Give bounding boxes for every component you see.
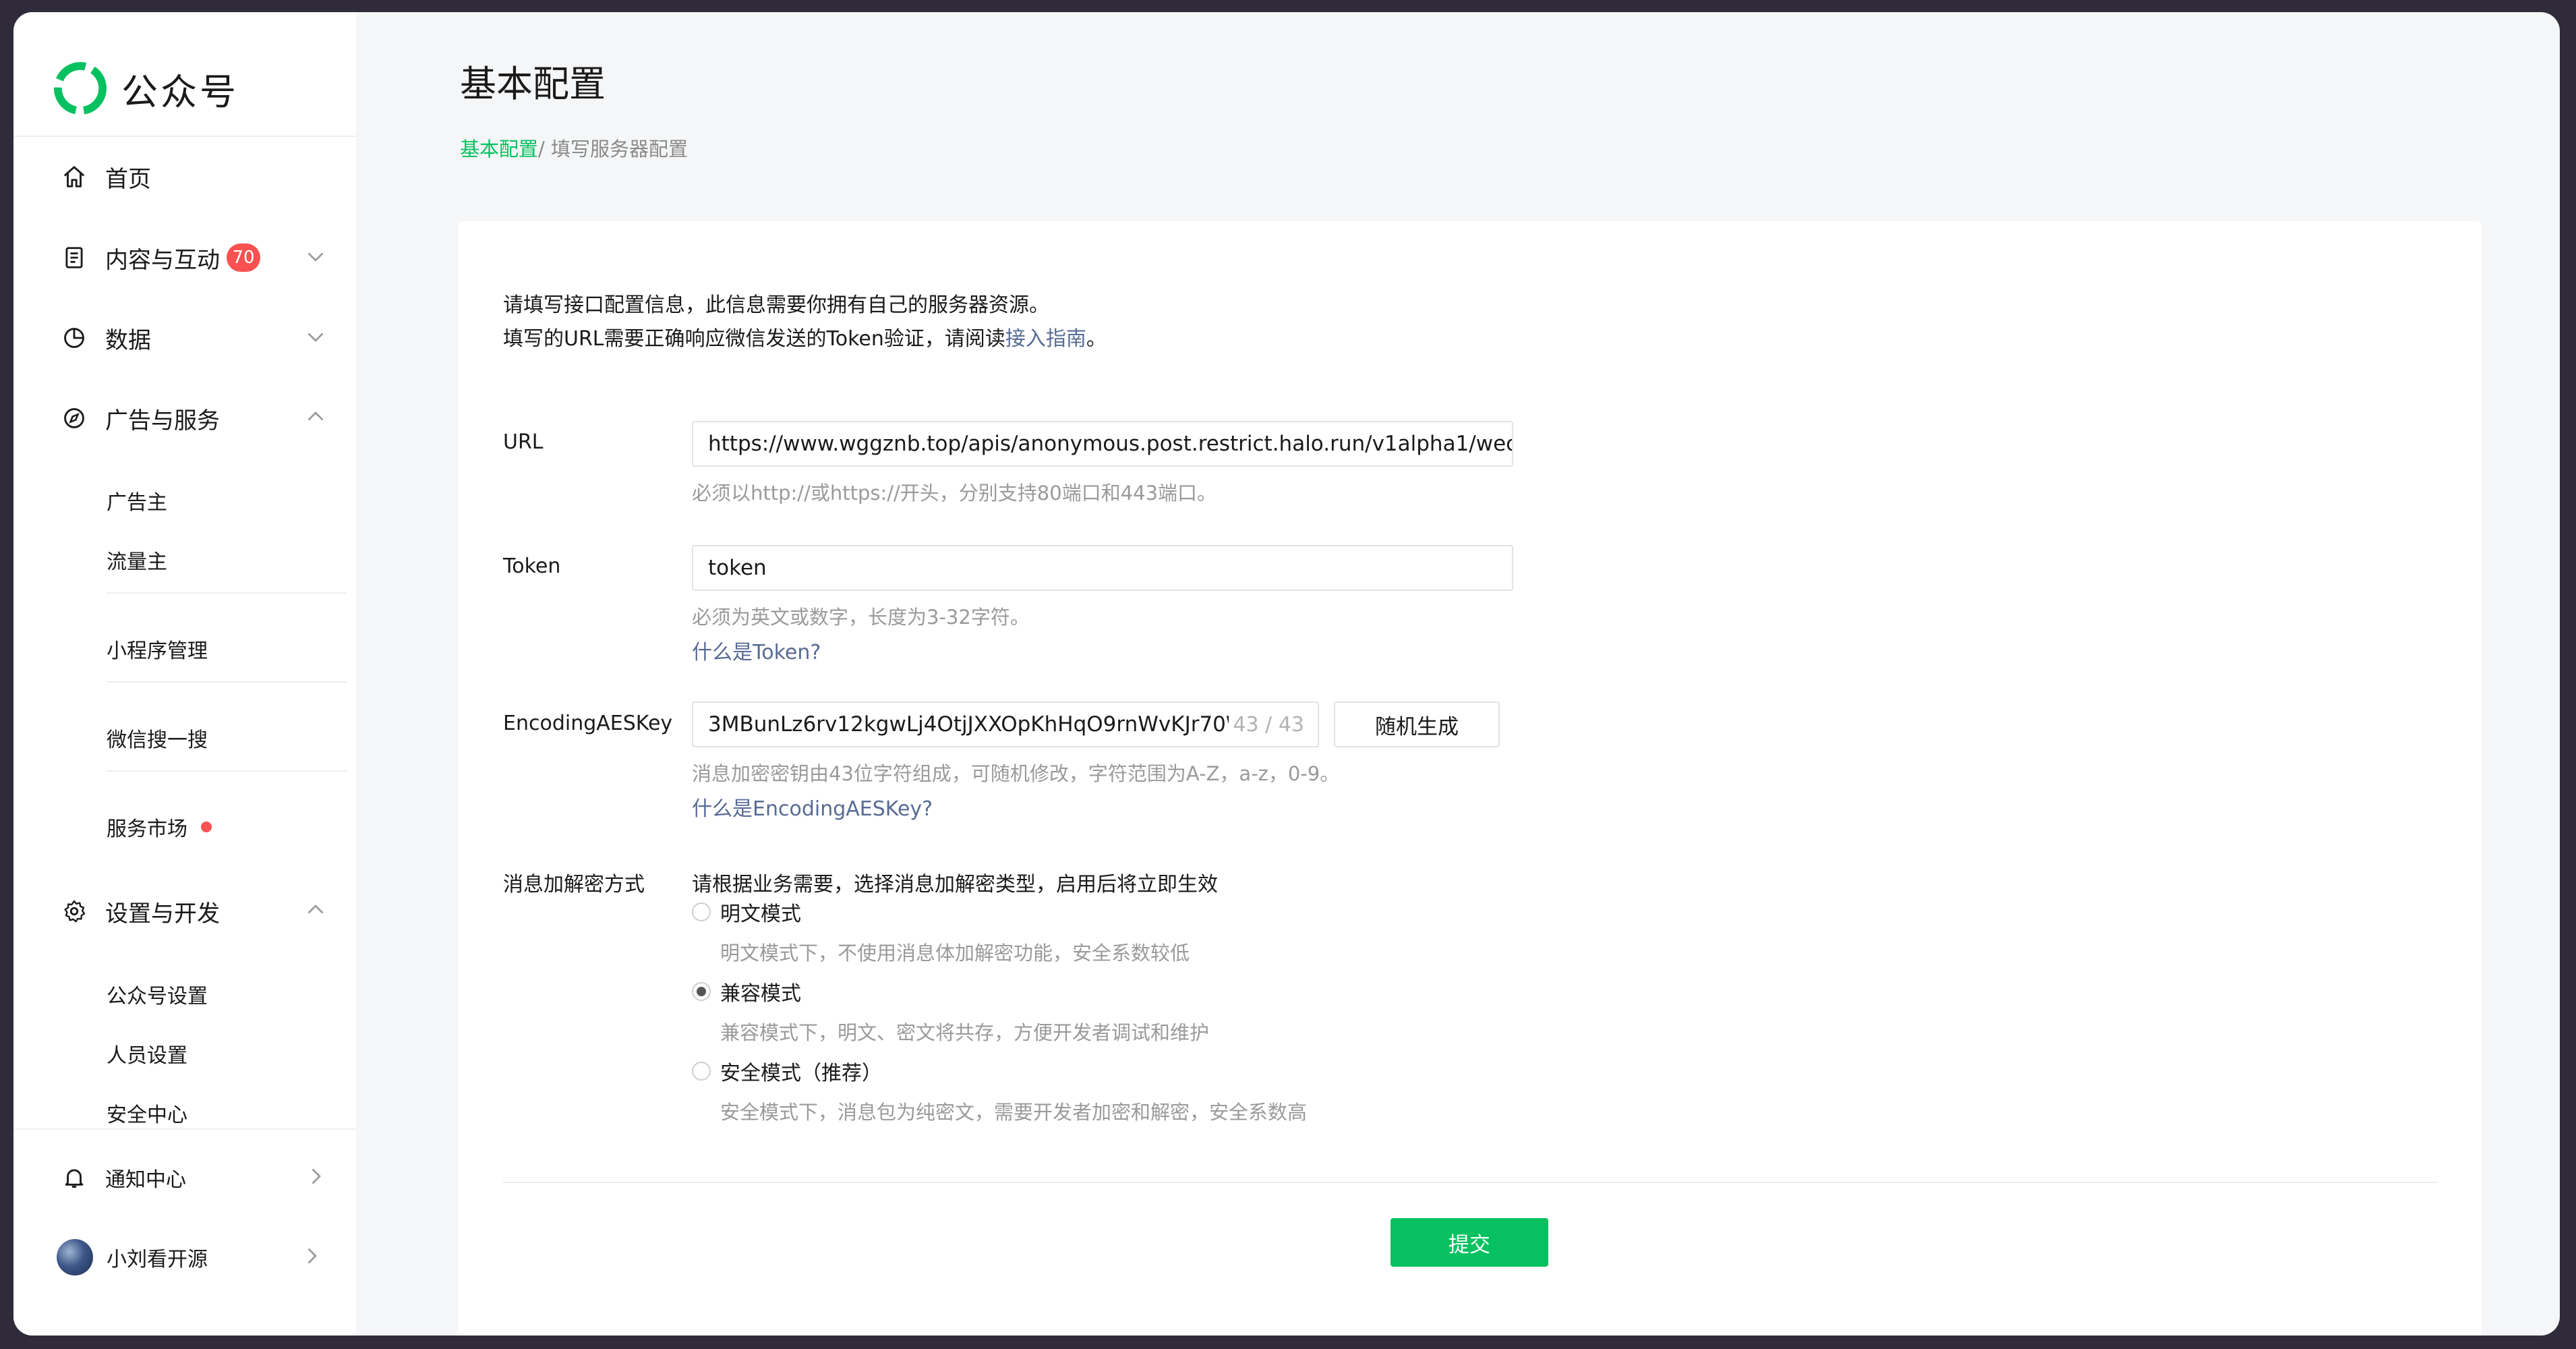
sidebar-item-service-market[interactable]: 服务市场 — [107, 812, 212, 842]
chevron-up-icon[interactable] — [303, 405, 330, 432]
sidebar-subitem-advertiser[interactable]: 广告主 — [107, 486, 167, 515]
radio-compatible-mode[interactable]: 兼容模式 — [692, 977, 801, 1006]
brand-logo[interactable]: 公众号 — [54, 58, 239, 119]
access-guide-link[interactable]: 接入指南 — [1005, 327, 1086, 351]
sidebar-item-label: 通知中心 — [105, 1168, 186, 1192]
sidebar-divider — [13, 136, 356, 137]
sidebar-item-label: 设置与开发 — [105, 900, 220, 927]
chevron-right-icon[interactable] — [299, 1244, 326, 1271]
chevron-right-icon[interactable] — [303, 1164, 330, 1191]
page-title: 基本配置 — [460, 63, 606, 105]
what-is-token-link[interactable]: 什么是Token? — [692, 635, 821, 665]
radio-description: 明文模式下，不使用消息体加解密功能，安全系数较低 — [720, 942, 1190, 965]
encryption-mode-label: 消息加解密方式 — [503, 873, 645, 896]
sidebar-subitem-security-center[interactable]: 安全中心 — [107, 1098, 187, 1128]
token-input-value: token — [708, 556, 767, 580]
intro-text: 请填写接口配置信息，此信息需要你拥有自己的服务器资源。 填写的URL需要正确响应… — [503, 289, 1107, 356]
token-input[interactable]: token — [692, 545, 1513, 591]
aeskey-char-counter: 43 / 43 — [1229, 703, 1304, 746]
sidebar-divider — [13, 1128, 356, 1130]
radio-secure-mode[interactable]: 安全模式（推荐） — [692, 1056, 882, 1086]
wechat-official-account-logo-icon — [54, 62, 107, 115]
encryption-mode-description: 请根据业务需要，选择消息加解密类型，启用后将立即生效 — [692, 873, 1218, 896]
sidebar-subitem-account-settings[interactable]: 公众号设置 — [107, 979, 208, 1009]
sidebar-item-data[interactable]: 数据 — [61, 318, 330, 358]
gear-icon — [61, 898, 88, 925]
radio-label: 明文模式 — [720, 902, 801, 926]
aeskey-hint: 消息加密密钥由43位字符组成，可随机修改，字符范围为A-Z，a-z，0-9。 — [692, 762, 1340, 785]
breadcrumb-separator: / — [538, 138, 552, 161]
sidebar-subitem-member-settings[interactable]: 人员设置 — [107, 1039, 187, 1068]
sidebar-item-content[interactable]: 内容与互动 70 — [61, 237, 330, 278]
radio-plaintext-mode[interactable]: 明文模式 — [692, 897, 801, 927]
sidebar-divider — [107, 770, 347, 772]
home-icon — [61, 163, 88, 190]
aeskey-input-value: 3MBunLz6rv12kgwLj4OtjJXXOpKhHqO9rnWvKJr7… — [708, 712, 1253, 737]
submit-button[interactable]: 提交 — [1391, 1218, 1548, 1267]
sidebar-subitem-publisher[interactable]: 流量主 — [107, 545, 167, 575]
sidebar-item-label: 服务市场 — [107, 817, 187, 841]
url-input[interactable]: https://www.wggznb.top/apis/anonymous.po… — [692, 421, 1513, 467]
pie-chart-icon — [61, 324, 88, 351]
sidebar-divider — [107, 592, 347, 594]
account-menu[interactable]: 小刘看开源 — [57, 1237, 326, 1278]
intro-line: 请填写接口配置信息，此信息需要你拥有自己的服务器资源。 — [503, 293, 1049, 317]
app-window: 公众号 首页 内容与互动 70 数据 广告与服务 广告主 流量主 小程序管理 微… — [13, 12, 2560, 1336]
brand-name: 公众号 — [121, 70, 239, 113]
avatar — [57, 1239, 93, 1275]
aeskey-input[interactable]: 3MBunLz6rv12kgwLj4OtjJXXOpKhHqO9rnWvKJr7… — [692, 701, 1319, 747]
notification-dot — [201, 822, 212, 832]
radio-label: 安全模式（推荐） — [720, 1062, 882, 1085]
document-icon — [61, 244, 88, 271]
chevron-up-icon[interactable] — [303, 898, 330, 925]
token-hint: 必须为英文或数字，长度为3-32字符。 — [692, 606, 1030, 629]
sidebar-item-settings[interactable]: 设置与开发 — [61, 891, 330, 931]
what-is-aeskey-link[interactable]: 什么是EncodingAESKey? — [692, 792, 933, 822]
generate-random-button[interactable]: 随机生成 — [1334, 701, 1500, 747]
sidebar-item-home[interactable]: 首页 — [61, 156, 330, 197]
server-config-card: 请填写接口配置信息，此信息需要你拥有自己的服务器资源。 填写的URL需要正确响应… — [459, 221, 2482, 1336]
url-hint: 必须以http://或https://开头，分别支持80端口和443端口。 — [692, 482, 1217, 505]
intro-text-part: 。 — [1086, 327, 1107, 351]
chevron-down-icon[interactable] — [303, 324, 330, 351]
sidebar-divider — [107, 681, 347, 683]
compass-icon — [61, 405, 88, 432]
sidebar-item-miniprogram[interactable]: 小程序管理 — [107, 634, 208, 664]
sidebar-item-notifications[interactable]: 通知中心 — [61, 1157, 330, 1198]
radio-description: 兼容模式下，明文、密文将共存，方便开发者调试和维护 — [720, 1021, 1210, 1044]
sidebar-item-label: 内容与互动 — [105, 246, 220, 274]
breadcrumb-root-link[interactable]: 基本配置 — [460, 138, 538, 161]
url-label: URL — [503, 430, 544, 454]
radio-button[interactable] — [692, 902, 711, 921]
breadcrumb-current: 填写服务器配置 — [551, 138, 689, 161]
intro-text-part: 填写的URL需要正确响应微信发送的Token验证，请阅读 — [503, 327, 1005, 351]
sidebar-item-ads[interactable]: 广告与服务 — [61, 398, 330, 438]
token-label: Token — [503, 554, 561, 578]
account-name: 小刘看开源 — [107, 1248, 208, 1271]
url-input-value: https://www.wggznb.top/apis/anonymous.po… — [708, 432, 1513, 456]
radio-description: 安全模式下，消息包为纯密文，需要开发者加密和解密，安全系数高 — [720, 1101, 1308, 1124]
radio-label: 兼容模式 — [720, 982, 801, 1006]
sidebar-item-label: 广告与服务 — [105, 407, 220, 434]
sidebar: 公众号 首页 内容与互动 70 数据 广告与服务 广告主 流量主 小程序管理 微… — [13, 12, 356, 1336]
chevron-down-icon[interactable] — [303, 244, 330, 271]
form-divider — [503, 1182, 2437, 1183]
sidebar-item-wechat-search[interactable]: 微信搜一搜 — [107, 723, 208, 753]
radio-button[interactable] — [692, 1062, 711, 1081]
sidebar-item-label: 首页 — [105, 165, 151, 193]
bell-icon — [61, 1164, 88, 1191]
intro-line: 填写的URL需要正确响应微信发送的Token验证，请阅读接入指南。 — [503, 322, 1107, 356]
sidebar-item-label: 数据 — [105, 326, 151, 354]
radio-button-checked[interactable] — [692, 982, 711, 1001]
breadcrumb: 基本配置/ 填写服务器配置 — [460, 134, 688, 162]
unread-count-badge: 70 — [227, 243, 260, 272]
aeskey-label: EncodingAESKey — [503, 712, 673, 735]
